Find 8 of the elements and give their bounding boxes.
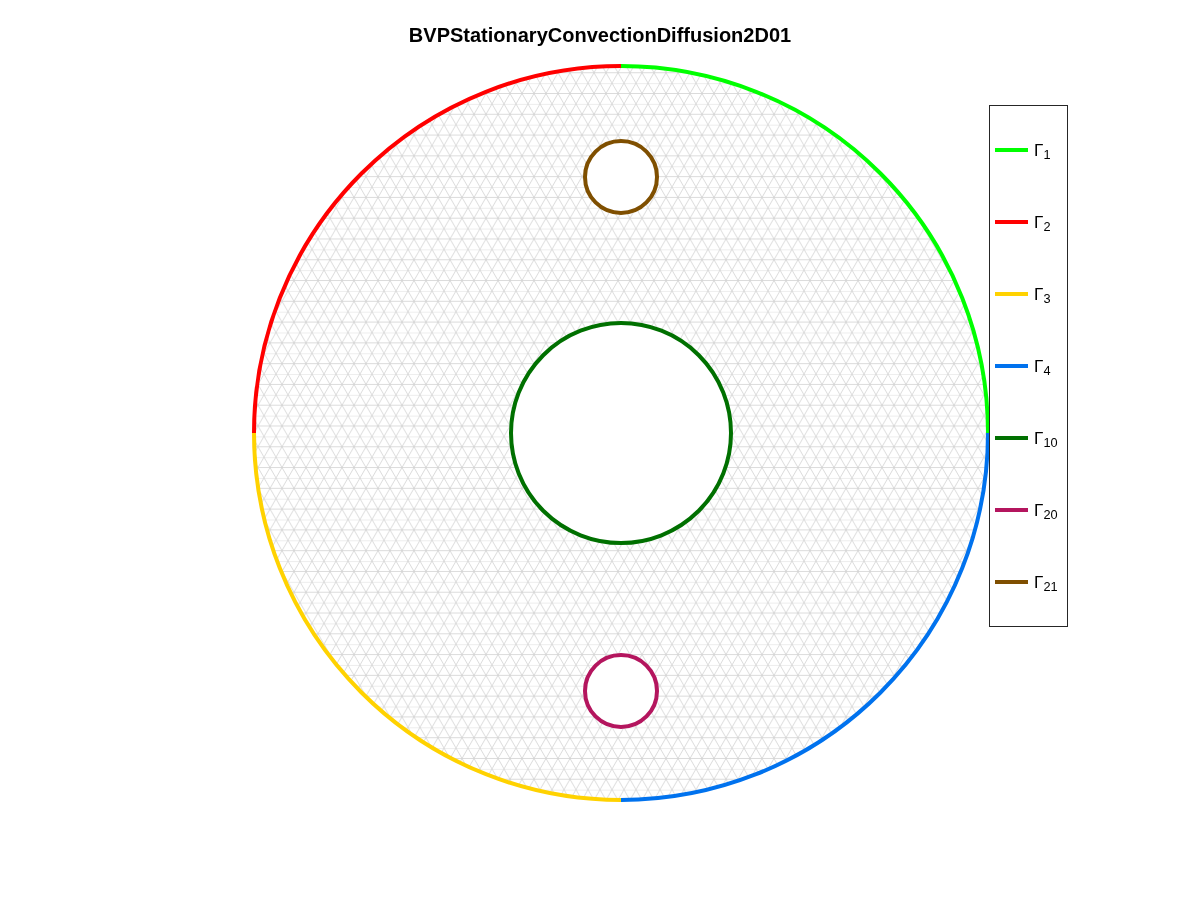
legend-label: Γ$_{1}$ [1034,141,1051,159]
legend-label: Γ$_{21}$ [1034,573,1058,591]
legend-label: Γ$_{10}$ [1034,429,1058,447]
legend-label: Γ$_{3}$ [1034,285,1051,303]
legend-label: Γ$_{20}$ [1034,501,1058,519]
legend-label: Γ$_{4}$ [1034,357,1051,375]
legend-label: Γ$_{2}$ [1034,213,1051,231]
plot-title: BVPStationaryConvectionDiffusion2D01 [408,23,792,48]
